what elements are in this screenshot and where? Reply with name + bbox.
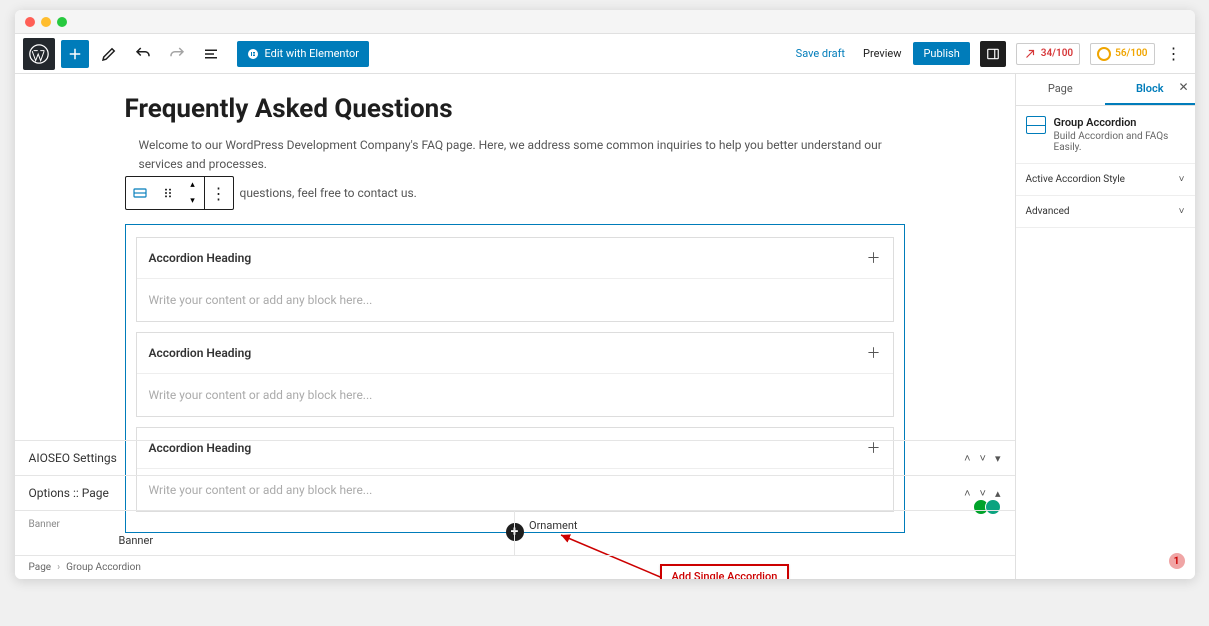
col-value[interactable]: Ornament [529, 519, 578, 532]
more-menu-button[interactable]: ⋮ [1161, 44, 1187, 63]
accordion-item[interactable]: Accordion Heading ＋ Write your content o… [136, 332, 894, 417]
move-down-button[interactable]: ▾ [182, 193, 204, 209]
accordion-content-placeholder[interactable]: Write your content or add any block here… [137, 279, 893, 321]
block-name: Group Accordion [1054, 116, 1185, 129]
accordion-content-placeholder[interactable]: Write your content or add any block here… [137, 374, 893, 416]
notification-badge[interactable]: 1 [1169, 553, 1185, 569]
wordpress-logo[interactable] [23, 38, 55, 70]
add-block-button[interactable] [61, 40, 89, 68]
chevron-down-icon: ˅ [1179, 174, 1185, 185]
options-columns: Banner Banner Ornament [15, 510, 1015, 555]
elementor-label: Edit with Elementor [265, 47, 360, 60]
group-accordion-icon [1026, 116, 1046, 134]
panel-down-icon[interactable]: ˅ [980, 487, 986, 500]
chevron-down-icon: ˅ [1179, 206, 1185, 217]
breadcrumb-block[interactable]: Group Accordion [66, 562, 141, 573]
intro-paragraph-2-tail[interactable]: questions, feel free to contact us. [240, 186, 417, 200]
block-info: Group Accordion Build Accordion and FAQs… [1016, 106, 1195, 164]
save-draft-link[interactable]: Save draft [790, 47, 851, 60]
sidebar-toggle-button[interactable] [980, 41, 1006, 67]
panel-up-icon[interactable]: ˄ [964, 487, 970, 500]
preview-link[interactable]: Preview [857, 47, 907, 60]
close-sidebar-icon[interactable]: ✕ [1178, 80, 1188, 94]
edit-icon[interactable] [95, 40, 123, 68]
col-value[interactable]: Banner [29, 534, 154, 547]
breadcrumb-sep-icon: › [57, 562, 60, 573]
edit-with-elementor-button[interactable]: Edit with Elementor [237, 41, 370, 67]
redo-button[interactable] [163, 40, 191, 68]
settings-sidebar: Page Block ✕ Group Accordion Build Accor… [1015, 74, 1195, 579]
browser-window: Edit with Elementor Save draft Preview P… [15, 10, 1195, 579]
breadcrumb: Page › Group Accordion [15, 555, 1015, 579]
block-desc: Build Accordion and FAQs Easily. [1054, 131, 1185, 153]
undo-button[interactable] [129, 40, 157, 68]
aioseo-panel[interactable]: AIOSEO Settings ˄ ˅ ▾ [15, 440, 1015, 475]
panel-up-icon[interactable]: ˄ [964, 452, 970, 465]
accordion-heading[interactable]: Accordion Heading [149, 346, 252, 360]
accordion-heading[interactable]: Accordion Heading [149, 251, 252, 265]
block-toolbar: ▴ ▾ ⋮ [125, 176, 234, 210]
editor-main: Frequently Asked Questions Welcome to ou… [15, 74, 1015, 579]
seo-score-1[interactable]: 34/100 [1016, 43, 1080, 65]
tab-page[interactable]: Page [1016, 74, 1106, 105]
col-label: Banner [29, 519, 501, 530]
window-controls [15, 10, 1195, 34]
block-options-button[interactable]: ⋮ [205, 177, 233, 209]
panel-active-style[interactable]: Active Accordion Style ˅ [1016, 164, 1195, 196]
expand-icon[interactable]: ＋ [867, 248, 881, 268]
document-outline-button[interactable] [197, 40, 225, 68]
panel-advanced[interactable]: Advanced ˅ [1016, 196, 1195, 228]
window-max-dot[interactable] [57, 17, 67, 27]
block-type-icon[interactable] [126, 177, 154, 209]
move-up-button[interactable]: ▴ [182, 177, 204, 193]
page-title[interactable]: Frequently Asked Questions [125, 94, 905, 124]
publish-button[interactable]: Publish [913, 42, 969, 65]
panel-down-icon[interactable]: ˅ [980, 452, 986, 465]
breadcrumb-page[interactable]: Page [29, 562, 52, 573]
intro-paragraph-1[interactable]: Welcome to our WordPress Development Com… [125, 136, 905, 174]
panel-menu-icon[interactable]: ▾ [995, 452, 1001, 465]
options-panel[interactable]: Options :: Page ˄ ˅ ▴ [15, 475, 1015, 510]
wp-topbar: Edit with Elementor Save draft Preview P… [15, 34, 1195, 74]
drag-handle-icon[interactable] [154, 177, 182, 209]
seo-score-2[interactable]: 56/100 [1090, 43, 1154, 65]
expand-icon[interactable]: ＋ [867, 343, 881, 363]
window-close-dot[interactable] [25, 17, 35, 27]
accordion-item[interactable]: Accordion Heading ＋ Write your content o… [136, 237, 894, 322]
panel-top-icon[interactable]: ▴ [995, 487, 1001, 500]
window-min-dot[interactable] [41, 17, 51, 27]
